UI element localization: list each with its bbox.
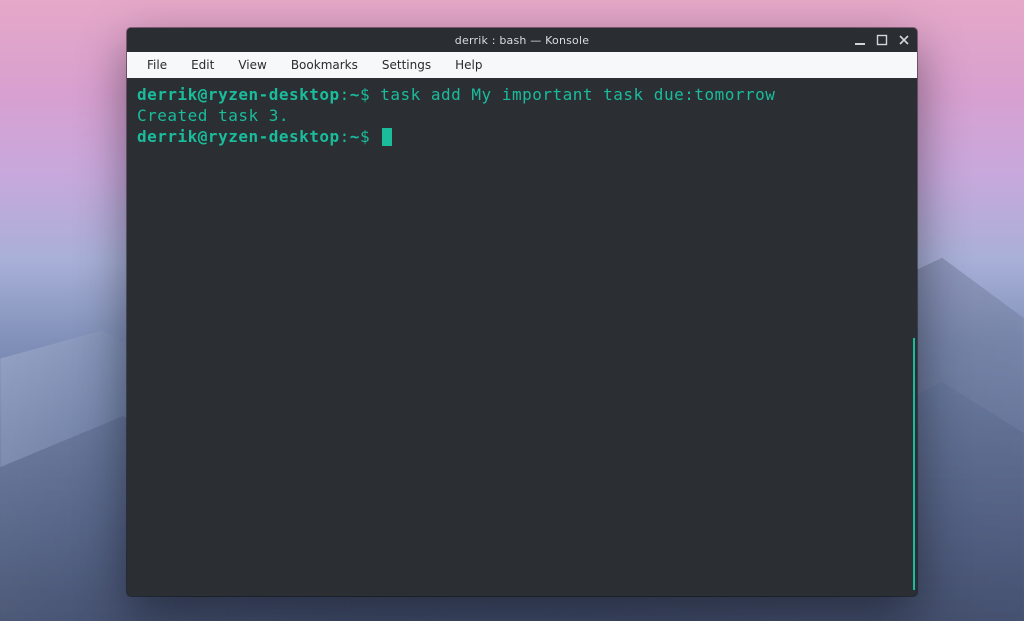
cursor-block: [382, 128, 392, 146]
menu-bookmarks[interactable]: Bookmarks: [279, 54, 370, 76]
prompt-symbol: $: [360, 85, 370, 104]
prompt-path: ~: [350, 127, 360, 146]
prompt-sep: :: [340, 85, 350, 104]
titlebar[interactable]: derrik : bash — Konsole: [127, 28, 917, 52]
terminal-line: derrik@ryzen-desktop:~$: [137, 126, 907, 147]
terminal-line: derrik@ryzen-desktop:~$ task add My impo…: [137, 84, 907, 105]
prompt-sep: :: [340, 127, 350, 146]
maximize-icon[interactable]: [875, 33, 889, 47]
command-text: task add My important task due:tomorrow: [380, 85, 775, 104]
menu-settings[interactable]: Settings: [370, 54, 443, 76]
window-title: derrik : bash — Konsole: [455, 34, 589, 47]
prompt-user-host: derrik@ryzen-desktop: [137, 85, 340, 104]
menu-edit[interactable]: Edit: [179, 54, 226, 76]
terminal-output: Created task 3.: [137, 105, 907, 126]
prompt-symbol: $: [360, 127, 370, 146]
prompt-path: ~: [350, 85, 360, 104]
prompt-user-host: derrik@ryzen-desktop: [137, 127, 340, 146]
konsole-window: derrik : bash — Konsole File Edit View B…: [127, 28, 917, 596]
scrollbar-indicator[interactable]: [913, 338, 915, 590]
close-icon[interactable]: [897, 33, 911, 47]
menubar: File Edit View Bookmarks Settings Help: [127, 52, 917, 78]
menu-view[interactable]: View: [226, 54, 278, 76]
menu-file[interactable]: File: [135, 54, 179, 76]
window-controls: [853, 28, 911, 52]
minimize-icon[interactable]: [853, 33, 867, 47]
terminal[interactable]: derrik@ryzen-desktop:~$ task add My impo…: [127, 78, 917, 596]
menu-help[interactable]: Help: [443, 54, 494, 76]
